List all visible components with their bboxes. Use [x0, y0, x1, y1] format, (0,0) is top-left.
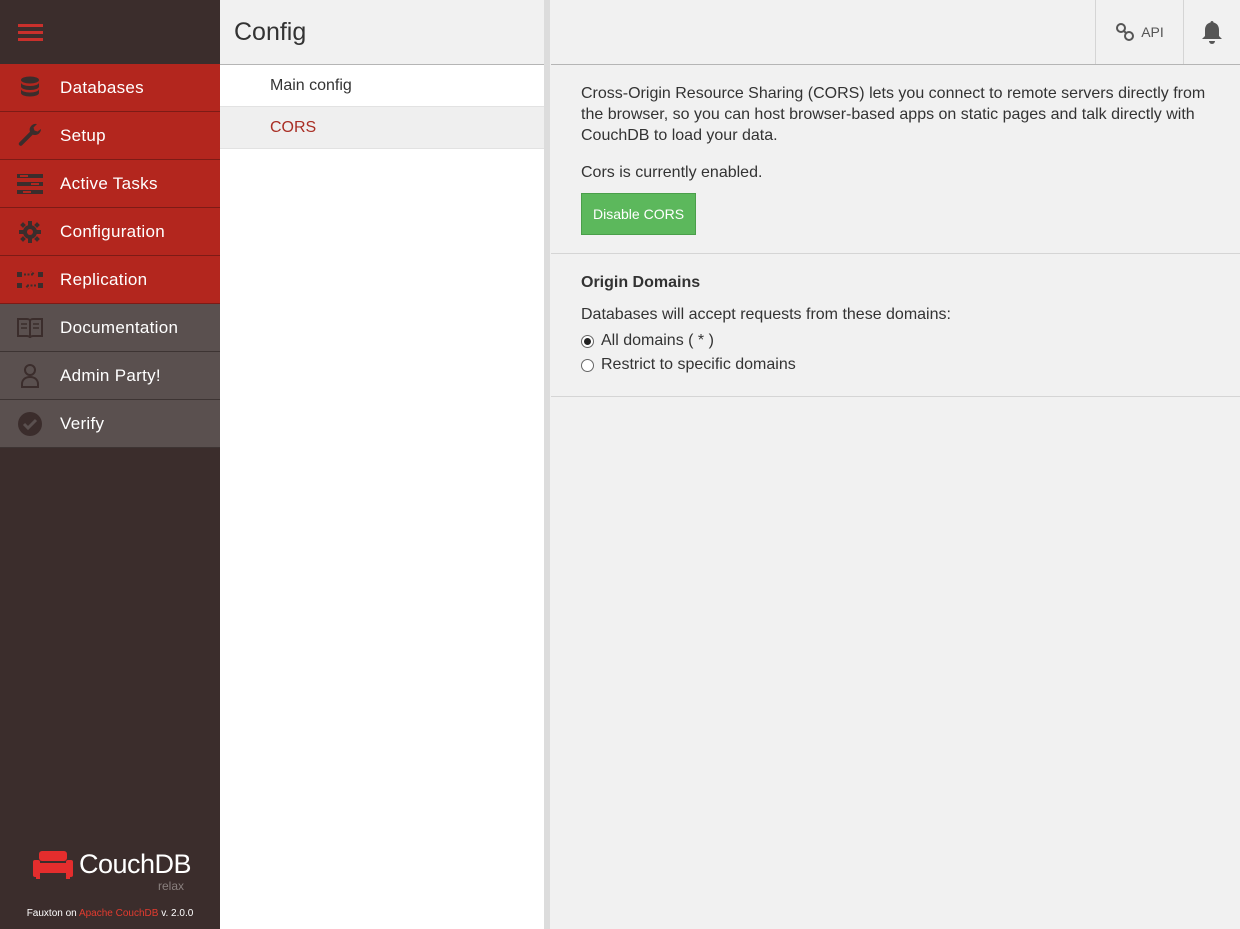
check-circle-icon: [0, 411, 60, 436]
book-icon: [0, 317, 60, 339]
nav-label: Configuration: [60, 221, 166, 241]
nav-label: Verify: [60, 413, 105, 433]
nav-item-verify[interactable]: Verify: [0, 400, 220, 448]
nav-item-replication[interactable]: Replication: [0, 256, 220, 304]
radio-button[interactable]: [581, 358, 594, 372]
user-icon: [0, 363, 60, 388]
tasks-icon: [0, 173, 60, 194]
link-icon: [1116, 23, 1135, 41]
database-icon: [0, 76, 60, 100]
nav-item-admin-party[interactable]: Admin Party!: [0, 352, 220, 400]
cors-section: Cross-Origin Resource Sharing (CORS) let…: [551, 65, 1240, 254]
disable-cors-button[interactable]: Disable CORS: [581, 193, 697, 235]
nav-item-documentation[interactable]: Documentation: [0, 304, 220, 352]
sidebar-item-main-config[interactable]: Main config: [220, 65, 549, 107]
logo-text: CouchDB: [79, 849, 192, 879]
hamburger-menu-icon[interactable]: [18, 23, 43, 41]
config-header: Config: [220, 0, 549, 65]
nav-label: Databases: [60, 77, 144, 97]
main-content: API Cross-Origin Resource Sharing (CORS)…: [551, 0, 1240, 929]
notifications-button[interactable]: [1183, 0, 1240, 64]
version-info: Fauxton on Apache CouchDB v. 2.0.0: [0, 908, 220, 919]
couch-icon: [33, 850, 73, 879]
nav-item-databases[interactable]: Databases: [0, 64, 220, 112]
config-sidebar: Config Main config CORS: [220, 0, 550, 929]
nav-item-configuration[interactable]: Configuration: [0, 208, 220, 256]
sidebar-scrollbar[interactable]: [544, 0, 550, 929]
radio-all-domains[interactable]: All domains ( * ): [581, 332, 1210, 350]
logo-tagline: relax: [157, 879, 184, 893]
main-navigation: Databases Setup Active Tasks Configurati…: [0, 0, 220, 929]
gear-icon: [0, 220, 60, 243]
version-prefix: Fauxton on: [26, 908, 79, 919]
nav-item-active-tasks[interactable]: Active Tasks: [0, 160, 220, 208]
nav-label: Documentation: [60, 317, 179, 337]
wrench-icon: [0, 123, 60, 149]
couchdb-link[interactable]: Apache CouchDB: [79, 908, 159, 919]
cors-description: Cross-Origin Resource Sharing (CORS) let…: [581, 85, 1206, 144]
origin-domains-subtitle: Databases will accept requests from thes…: [581, 306, 951, 323]
sidebar-item-cors[interactable]: CORS: [220, 107, 549, 149]
cors-status: Cors is currently enabled.: [581, 164, 763, 181]
nav-label: Replication: [60, 269, 148, 289]
bell-icon: [1202, 21, 1222, 44]
radio-restrict-domains[interactable]: Restrict to specific domains: [581, 356, 1210, 374]
nav-label: Admin Party!: [60, 365, 161, 385]
nav-header: [0, 0, 220, 64]
origin-domains-section: Origin Domains Databases will accept req…: [551, 254, 1240, 397]
version-suffix: v. 2.0.0: [158, 908, 194, 919]
top-toolbar: API: [551, 0, 1240, 65]
nav-label: Setup: [60, 125, 106, 145]
nav-item-setup[interactable]: Setup: [0, 112, 220, 160]
api-button[interactable]: API: [1095, 0, 1183, 64]
page-title: Config: [234, 17, 307, 46]
nav-label: Active Tasks: [60, 173, 158, 193]
radio-button[interactable]: [581, 334, 594, 348]
radio-label: Restrict to specific domains: [601, 356, 796, 373]
replication-icon: [0, 270, 60, 290]
nav-footer: CouchDB relax Fauxton on Apache CouchDB …: [0, 849, 220, 929]
origin-domains-title: Origin Domains: [581, 274, 701, 291]
api-label: API: [1141, 24, 1164, 40]
radio-label: All domains ( * ): [601, 332, 714, 349]
couchdb-logo: CouchDB: [33, 849, 192, 880]
